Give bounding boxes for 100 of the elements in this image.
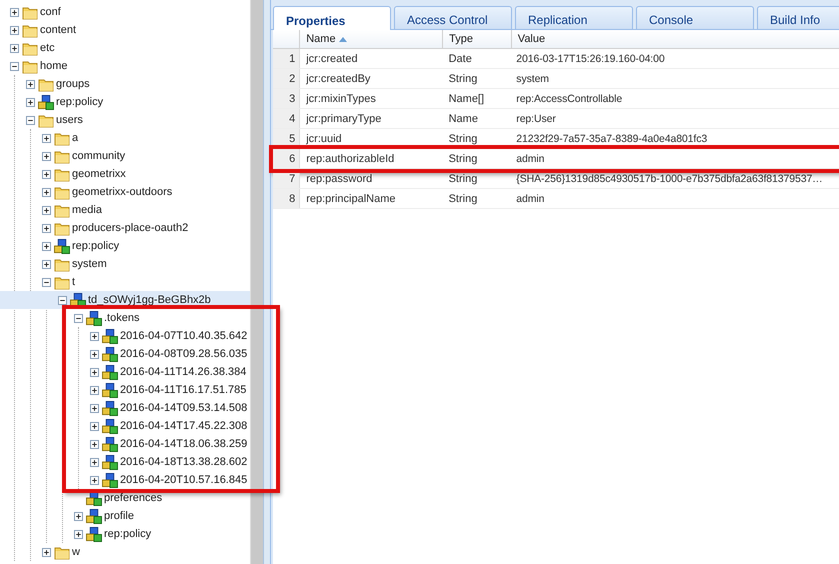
expand-icon[interactable] (90, 458, 99, 466)
expand-icon[interactable] (90, 476, 99, 484)
tree-item[interactable]: .tokens (74, 309, 276, 327)
expand-icon[interactable] (90, 350, 99, 358)
expand-icon[interactable] (42, 152, 51, 160)
tab[interactable]: Access Control (394, 6, 512, 29)
tree-item[interactable]: users (26, 111, 250, 129)
tree-item[interactable]: media (42, 201, 250, 219)
table-cell: jcr:created (300, 48, 443, 68)
table-cell: String (442, 128, 512, 148)
table-cell: admin (511, 148, 839, 168)
expand-icon[interactable] (42, 188, 51, 196)
table-cell: system (511, 68, 839, 88)
collapse-icon[interactable] (26, 116, 35, 124)
expand-icon[interactable] (10, 44, 19, 52)
tree-item[interactable]: home (10, 57, 250, 75)
tree-item[interactable]: profile (74, 507, 250, 525)
splitter-bar[interactable] (263, 0, 271, 564)
tree-item[interactable]: geometrixx-outdoors (42, 183, 250, 201)
column-header[interactable]: Name (300, 30, 443, 48)
tree-item[interactable]: 2016-04-11T16.17.51.785 (90, 381, 276, 399)
expand-icon[interactable] (26, 80, 35, 88)
tree-item[interactable]: 2016-04-18T13.38.28.602 (90, 453, 276, 471)
folder-icon (22, 40, 38, 56)
collapse-icon[interactable] (10, 62, 19, 70)
expand-icon[interactable] (90, 422, 99, 430)
cubes-icon (86, 490, 102, 506)
tree-item[interactable]: 2016-04-14T18.06.38.259 (90, 435, 276, 453)
tree-item[interactable]: 2016-04-14T17.45.22.308 (90, 417, 276, 435)
table-cell: String (442, 148, 512, 168)
folder-icon (54, 148, 70, 164)
folder-icon (54, 202, 70, 218)
tree-item[interactable]: w (42, 543, 250, 561)
scrollbar[interactable] (250, 0, 263, 564)
tab[interactable]: Console (636, 6, 754, 29)
expand-icon[interactable] (90, 440, 99, 448)
tree-item[interactable]: content (10, 21, 250, 39)
expand-icon[interactable] (42, 260, 51, 268)
cubes-icon (86, 508, 102, 524)
table-cell: jcr:createdBy (300, 68, 443, 88)
tree-item[interactable]: rep:policy (42, 237, 250, 255)
tree-item[interactable]: 2016-04-07T10.40.35.642 (90, 327, 276, 345)
expand-icon[interactable] (90, 368, 99, 376)
tab[interactable]: Properties (273, 6, 391, 30)
cubes-icon (102, 454, 118, 470)
expand-icon[interactable] (42, 206, 51, 214)
expand-icon[interactable] (26, 98, 35, 106)
tree-item[interactable]: 2016-04-08T09.28.56.035 (90, 345, 276, 363)
tree-item[interactable]: 2016-04-20T10.57.16.845 (90, 471, 276, 489)
cubes-icon (54, 238, 70, 254)
expand-icon[interactable] (42, 170, 51, 178)
tree-item[interactable]: etc (10, 39, 250, 57)
tree-item[interactable]: rep:policy (74, 525, 250, 543)
tree-item[interactable]: 2016-04-11T14.26.38.384 (90, 363, 276, 381)
table-cell: rep:authorizableId (300, 148, 443, 168)
expand-icon[interactable] (10, 26, 19, 34)
collapse-icon[interactable] (58, 296, 67, 304)
table-cell: 21232f29-7a57-35a7-8389-4a0e4a801fc3 (511, 128, 839, 148)
row-number: 8 (273, 188, 300, 208)
tree-item[interactable]: groups (26, 75, 250, 93)
tree-item[interactable]: conf (10, 3, 250, 21)
table-cell: jcr:uuid (300, 128, 443, 148)
folder-icon (54, 130, 70, 146)
collapse-icon[interactable] (74, 314, 83, 322)
tree-item[interactable]: community (42, 147, 250, 165)
expand-icon[interactable] (90, 332, 99, 340)
tree-item[interactable]: rep:policy (26, 93, 250, 111)
expand-icon[interactable] (90, 404, 99, 412)
tab[interactable]: Build Info (757, 6, 839, 29)
expand-icon[interactable] (10, 8, 19, 16)
folder-icon (38, 76, 54, 92)
tree-item[interactable]: system (42, 255, 250, 273)
tree-item[interactable]: 2016-04-14T09.53.14.508 (90, 399, 276, 417)
expand-icon[interactable] (42, 242, 51, 250)
folder-icon (54, 256, 70, 272)
folder-icon (54, 166, 70, 182)
table-cell: Name (442, 108, 512, 128)
expand-icon[interactable] (74, 512, 83, 520)
tree-item[interactable]: t (42, 273, 250, 291)
table-cell: rep:AccessControllable (511, 88, 839, 108)
table-cell: String (442, 68, 512, 88)
expand-icon[interactable] (42, 224, 51, 232)
cubes-icon (102, 418, 118, 434)
row-number: 4 (273, 108, 300, 128)
table-cell: String (442, 188, 512, 208)
cubes-icon (102, 328, 118, 344)
column-header[interactable]: Value (511, 30, 839, 48)
tree-item[interactable]: producers-place-oauth2 (42, 219, 250, 237)
tree-item[interactable]: a (42, 129, 250, 147)
collapse-icon[interactable] (42, 278, 51, 286)
tree-item[interactable]: preferences (74, 489, 250, 507)
table-cell: Name[] (442, 88, 512, 108)
expand-icon[interactable] (42, 548, 51, 556)
expand-icon[interactable] (74, 530, 83, 538)
expand-icon[interactable] (42, 134, 51, 142)
expand-icon[interactable] (90, 386, 99, 394)
folder-icon (22, 22, 38, 38)
tree-item[interactable]: geometrixx (42, 165, 250, 183)
tab[interactable]: Replication (515, 6, 633, 29)
column-header[interactable]: Type (442, 30, 512, 48)
